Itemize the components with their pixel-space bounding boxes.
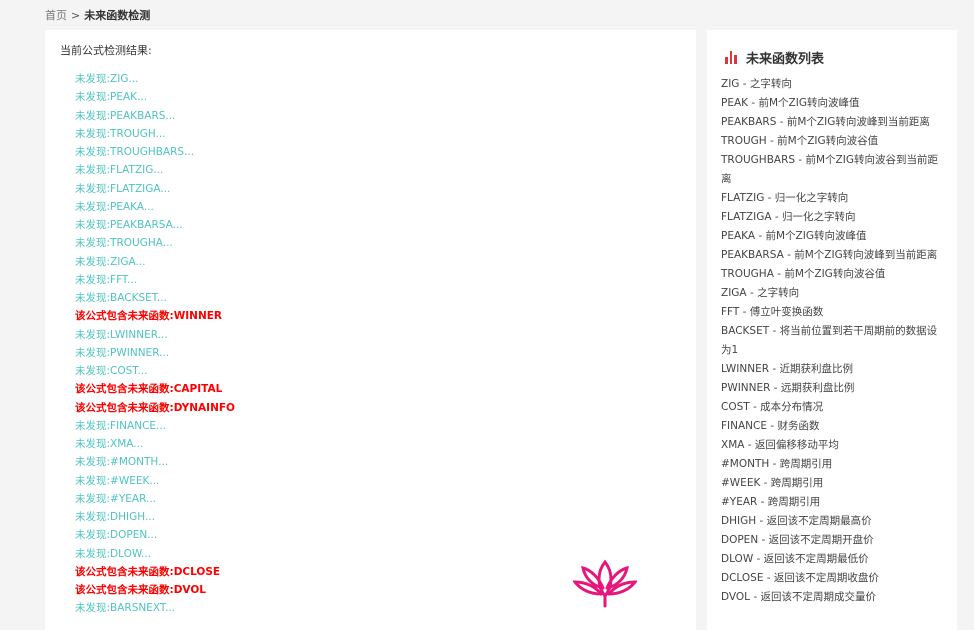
function-list: ZIG - 之字转向 PEAK - 前M个ZIG转向波峰值 PEAKBARS - 前… (721, 75, 943, 607)
function-list-item[interactable]: PEAKBARS - 前M个ZIG转向波峰到当前距离 (721, 113, 943, 132)
result-item-ok: 未发现:ZIGA... (75, 255, 146, 268)
function-list-item[interactable]: TROUGHA - 前M个ZIG转向波谷值 (721, 265, 943, 284)
function-list-item[interactable]: PEAKBARSA - 前M个ZIG转向波峰到当前距离 (721, 246, 943, 265)
function-list-item[interactable]: ZIGA - 之字转向 (721, 284, 943, 303)
function-list-item[interactable]: COST - 成本分布情况 (721, 398, 943, 417)
function-list-item[interactable]: ZIG - 之字转向 (721, 75, 943, 94)
result-item-ok: 未发现:DOPEN... (75, 529, 158, 542)
result-item-found: 该公式包含未来函数:CAPITAL (75, 383, 223, 396)
function-list-item[interactable]: TROUGH - 前M个ZIG转向波谷值 (721, 132, 943, 151)
result-item-ok: 未发现:#WEEK... (75, 474, 160, 487)
result-item-ok: 未发现:DLOW... (75, 547, 152, 560)
result-item-ok: 未发现:FLATZIGA... (75, 182, 171, 195)
function-list-item[interactable]: BACKSET - 将当前位置到若干周期前的数据设为1 (721, 322, 943, 360)
function-list-item[interactable]: FLATZIG - 归一化之字转向 (721, 189, 943, 208)
result-item-ok: 未发现:PEAKBARSA... (75, 219, 183, 231)
function-list-item[interactable]: FLATZIGA - 归一化之字转向 (721, 208, 943, 227)
result-item-found: 该公式包含未来函数:DYNAINFO (75, 401, 235, 414)
function-list-item[interactable]: DOPEN - 返回该不定周期开盘价 (721, 531, 943, 550)
result-list: 未发现:ZIG... 未发现:PEAK... 未发现:PEAKBARS... 未发现:… (75, 70, 235, 618)
function-list-item[interactable]: TROUGHBARS - 前M个ZIG转向波谷到当前距离 (721, 151, 943, 189)
function-list-item[interactable]: PWINNER - 远期获利盘比例 (721, 379, 943, 398)
lotus-logo-icon (573, 559, 637, 608)
result-item-ok: 未发现:PWINNER... (75, 346, 170, 359)
bar-chart-icon (725, 50, 738, 64)
result-item-found: 该公式包含未来函数:DVOL (75, 584, 206, 596)
result-item-ok: 未发现:FINANCE... (75, 419, 167, 432)
function-list-item[interactable]: DLOW - 返回该不定周期最低价 (721, 550, 943, 569)
function-list-item[interactable]: #MONTH - 跨周期引用 (721, 455, 943, 474)
future-function-list-panel: 未来函数列表 ZIG - 之字转向 PEAK - 前M个ZIG转向波峰值 PEAKB… (707, 30, 957, 630)
function-list-item[interactable]: PEAK - 前M个ZIG转向波峰值 (721, 94, 943, 113)
function-list-item[interactable]: #YEAR - 跨周期引用 (721, 493, 943, 512)
sidebar-title: 未来函数列表 (725, 49, 825, 67)
result-item-ok: 未发现:TROUGHA... (75, 237, 173, 250)
result-item-ok: 未发现:TROUGHBARS... (75, 146, 195, 158)
function-list-item[interactable]: LWINNER - 近期获利盘比例 (721, 360, 943, 379)
result-item-ok: 未发现:PEAK... (75, 91, 148, 104)
function-list-item[interactable]: FINANCE - 财务函数 (721, 417, 943, 436)
breadcrumb-home-link[interactable]: 首页 (45, 9, 67, 22)
function-list-item[interactable]: DVOL - 返回该不定周期成交量价 (721, 588, 943, 607)
result-item-ok: 未发现:PEAKBARS... (75, 109, 176, 122)
function-list-item[interactable]: #WEEK - 跨周期引用 (721, 474, 943, 493)
function-list-item[interactable]: XMA - 返回偏移移动平均 (721, 436, 943, 455)
result-item-ok: 未发现:PEAKA... (75, 200, 154, 213)
result-item-ok: 未发现:#YEAR... (75, 492, 157, 505)
function-list-item[interactable]: PEAKA - 前M个ZIG转向波峰值 (721, 227, 943, 246)
result-item-ok: 未发现:DHIGH... (75, 511, 155, 523)
result-item-ok: 未发现:XMA... (75, 438, 144, 450)
function-list-item[interactable]: DHIGH - 返回该不定周期最高价 (721, 512, 943, 531)
breadcrumb-separator: > (71, 9, 81, 22)
function-list-item[interactable]: DCLOSE - 返回该不定周期收盘价 (721, 569, 943, 588)
function-list-item[interactable]: FFT - 傅立叶变换函数 (721, 303, 943, 322)
sidebar-title-text: 未来函数列表 (746, 51, 825, 67)
result-item-ok: 未发现:LWINNER... (75, 328, 168, 341)
result-item-ok: 未发现:FFT... (75, 273, 138, 286)
result-item-ok: 未发现:BACKSET... (75, 292, 167, 304)
result-item-ok: 未发现:BARSNEXT... (75, 602, 176, 615)
result-item-ok: 未发现:#MONTH... (75, 456, 169, 469)
breadcrumb: 首页 > 未来函数检测 (45, 9, 150, 23)
result-item-found: 该公式包含未来函数:WINNER (75, 310, 223, 323)
result-heading: 当前公式检测结果: (60, 44, 152, 57)
result-item-ok: 未发现:ZIG... (75, 73, 139, 85)
result-item-ok: 未发现:FLATZIG... (75, 164, 164, 177)
result-item-ok: 未发现:TROUGH... (75, 127, 166, 140)
result-item-found: 该公式包含未来函数:DCLOSE (75, 565, 221, 578)
breadcrumb-current: 未来函数检测 (84, 9, 151, 22)
result-item-ok: 未发现:COST... (75, 365, 148, 377)
detection-result-panel: 当前公式检测结果: 未发现:ZIG... 未发现:PEAK... 未发现:PEAKB… (45, 30, 696, 630)
